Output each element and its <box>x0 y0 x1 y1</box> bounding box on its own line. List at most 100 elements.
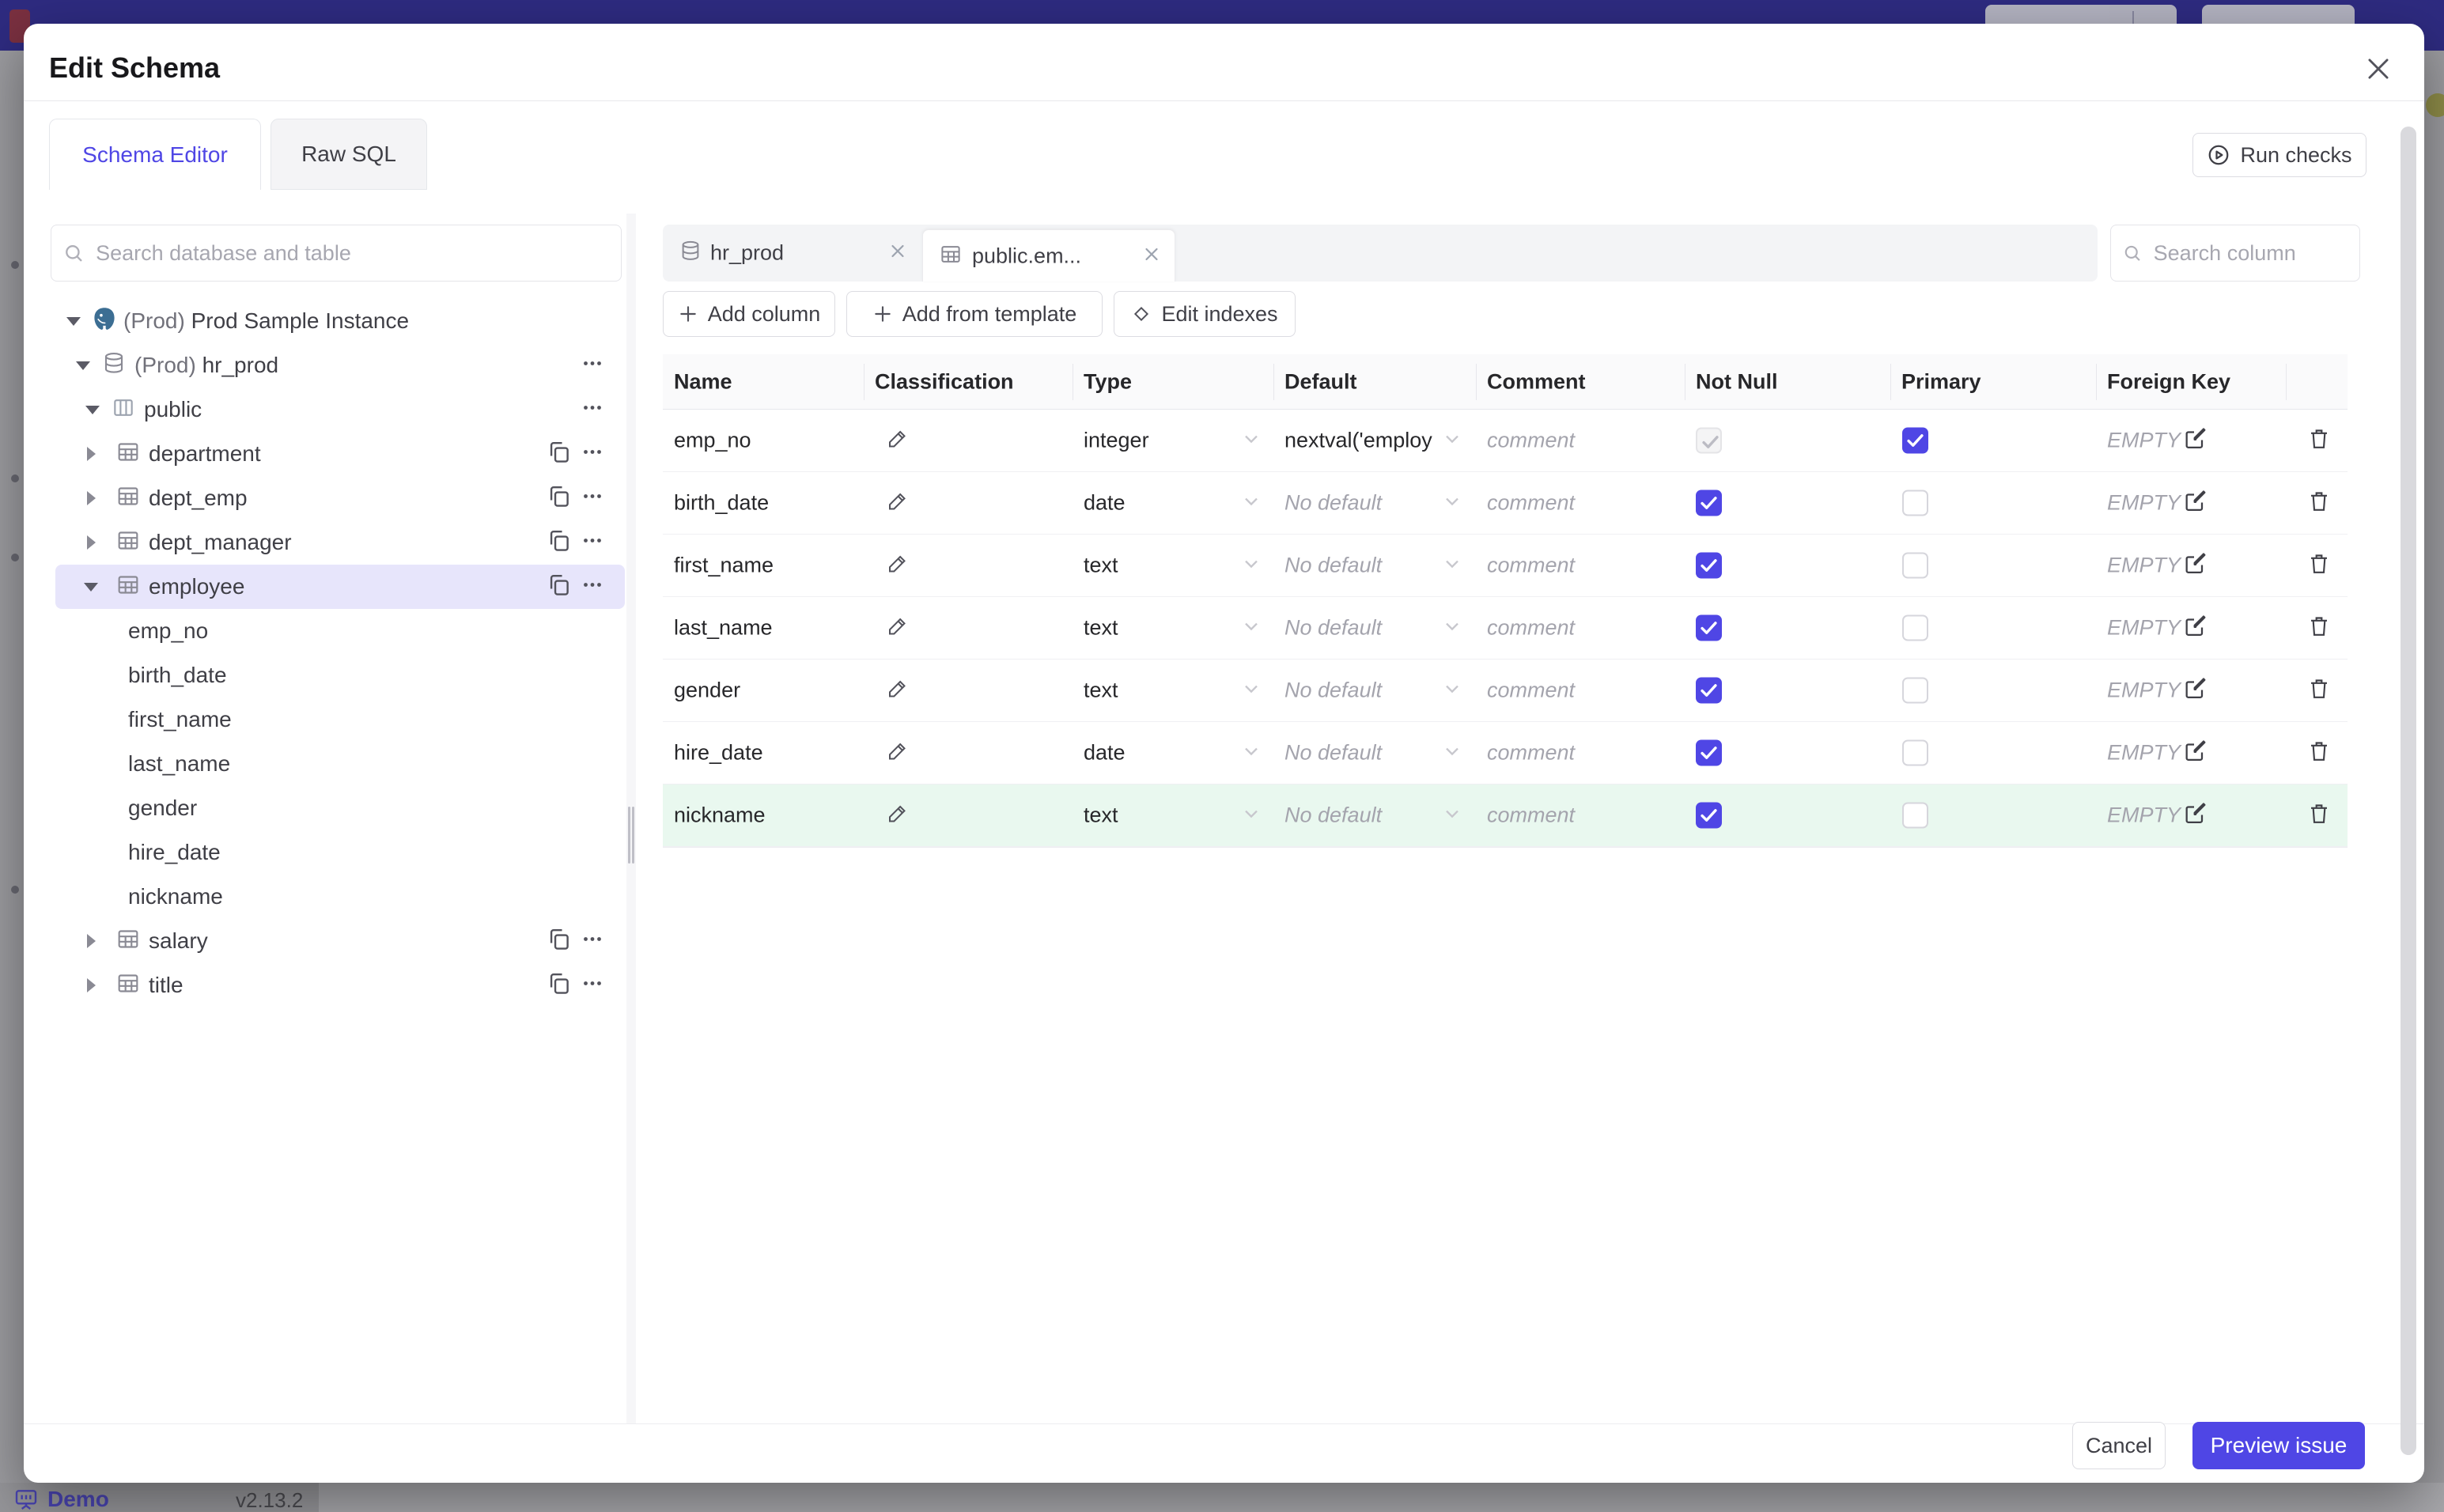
run-checks-button[interactable]: Run checks <box>2192 133 2366 177</box>
edit-foreign-key-icon[interactable] <box>2183 614 2208 643</box>
type-value[interactable]: text <box>1084 616 1118 641</box>
chevron-down-icon[interactable] <box>1441 490 1463 516</box>
default-value[interactable]: No default <box>1284 741 1382 765</box>
delete-row-icon[interactable] <box>2306 426 2332 455</box>
chevron-down-icon[interactable] <box>1240 678 1262 704</box>
chevron-down-icon[interactable] <box>1240 803 1262 829</box>
tree-item-instance[interactable]: (Prod) Prod Sample Instance <box>55 299 625 343</box>
primary-checkbox[interactable] <box>1902 739 1928 766</box>
default-value[interactable]: No default <box>1284 554 1382 578</box>
not-null-checkbox[interactable] <box>1696 802 1722 829</box>
primary-checkbox[interactable] <box>1902 427 1928 454</box>
not-null-checkbox[interactable] <box>1696 614 1722 641</box>
copy-icon[interactable] <box>546 483 573 514</box>
type-value[interactable]: date <box>1084 741 1126 765</box>
copy-icon[interactable] <box>546 572 573 603</box>
classification-pencil-icon[interactable] <box>886 614 910 642</box>
edit-foreign-key-icon[interactable] <box>2183 426 2208 455</box>
column-name[interactable]: hire_date <box>674 741 763 765</box>
tree-item-table-employee[interactable]: employee <box>55 565 625 609</box>
comment-placeholder[interactable]: comment <box>1487 803 1575 828</box>
more-actions-icon[interactable] <box>579 395 606 425</box>
close-tab-icon[interactable] <box>887 241 908 266</box>
chevron-right-icon[interactable] <box>87 978 96 992</box>
edit-indexes-button[interactable]: Edit indexes <box>1114 291 1296 337</box>
column-name[interactable]: first_name <box>674 554 774 578</box>
cancel-button[interactable]: Cancel <box>2072 1422 2166 1469</box>
delete-row-icon[interactable] <box>2306 801 2332 830</box>
tree-item-column-nickname[interactable]: nickname <box>55 875 625 919</box>
chevron-down-icon[interactable] <box>1441 615 1463 641</box>
tab-schema-editor[interactable]: Schema Editor <box>49 119 261 190</box>
tree-item-column-first-name[interactable]: first_name <box>55 697 625 742</box>
classification-pencil-icon[interactable] <box>886 427 910 455</box>
tree-item-column-emp-no[interactable]: emp_no <box>55 609 625 653</box>
more-actions-icon[interactable] <box>579 483 606 514</box>
type-value[interactable]: text <box>1084 803 1118 828</box>
type-value[interactable]: integer <box>1084 429 1149 453</box>
tree-item-table-salary[interactable]: salary <box>55 919 625 963</box>
demo-label[interactable]: Demo <box>47 1487 109 1512</box>
editor-tab-public-employee[interactable]: public.em... <box>922 229 1175 282</box>
delete-row-icon[interactable] <box>2306 551 2332 580</box>
editor-tab-hr-prod[interactable]: hr_prod <box>663 225 922 282</box>
column-name[interactable]: last_name <box>674 616 773 641</box>
column-search-input[interactable] <box>2151 240 2348 266</box>
tree-item-column-birth-date[interactable]: birth_date <box>55 653 625 697</box>
comment-placeholder[interactable]: comment <box>1487 741 1575 765</box>
classification-pencil-icon[interactable] <box>886 552 910 580</box>
column-name[interactable]: nickname <box>674 803 766 828</box>
tree-item-database-hr-prod[interactable]: (Prod) hr_prod <box>55 343 625 387</box>
primary-checkbox[interactable] <box>1902 490 1928 516</box>
column-name[interactable]: gender <box>674 679 740 703</box>
add-from-template-button[interactable]: Add from template <box>846 291 1103 337</box>
primary-checkbox[interactable] <box>1902 614 1928 641</box>
type-value[interactable]: date <box>1084 491 1126 516</box>
edit-foreign-key-icon[interactable] <box>2183 551 2208 580</box>
comment-placeholder[interactable]: comment <box>1487 616 1575 641</box>
comment-placeholder[interactable]: comment <box>1487 491 1575 516</box>
classification-pencil-icon[interactable] <box>886 490 910 517</box>
tree-item-table-title[interactable]: title <box>55 963 625 1007</box>
panel-splitter[interactable] <box>626 214 636 1423</box>
comment-placeholder[interactable]: comment <box>1487 679 1575 703</box>
copy-icon[interactable] <box>546 439 573 470</box>
not-null-checkbox[interactable] <box>1696 739 1722 766</box>
tree-item-table-dept-emp[interactable]: dept_emp <box>55 476 625 520</box>
database-search-input[interactable] <box>94 240 610 266</box>
tab-raw-sql[interactable]: Raw SQL <box>271 119 427 190</box>
delete-row-icon[interactable] <box>2306 739 2332 768</box>
add-column-button[interactable]: Add column <box>663 291 835 337</box>
database-search[interactable] <box>51 225 622 282</box>
not-null-checkbox[interactable] <box>1696 490 1722 516</box>
comment-placeholder[interactable]: comment <box>1487 554 1575 578</box>
primary-checkbox[interactable] <box>1902 802 1928 829</box>
chevron-right-icon[interactable] <box>87 535 96 550</box>
delete-row-icon[interactable] <box>2306 676 2332 705</box>
close-icon[interactable] <box>2363 54 2393 88</box>
classification-pencil-icon[interactable] <box>886 739 910 767</box>
preview-issue-button[interactable]: Preview issue <box>2192 1422 2365 1469</box>
tree-item-column-hire-date[interactable]: hire_date <box>55 830 625 875</box>
chevron-down-icon[interactable] <box>1441 740 1463 766</box>
chevron-down-icon[interactable] <box>84 583 98 592</box>
more-actions-icon[interactable] <box>579 572 606 603</box>
chevron-down-icon[interactable] <box>1441 803 1463 829</box>
copy-icon[interactable] <box>546 926 573 957</box>
tree-item-table-department[interactable]: department <box>55 432 625 476</box>
tree-item-table-dept-manager[interactable]: dept_manager <box>55 520 625 565</box>
close-tab-icon[interactable] <box>1141 244 1162 268</box>
primary-checkbox[interactable] <box>1902 552 1928 579</box>
more-actions-icon[interactable] <box>579 350 606 381</box>
default-value[interactable]: No default <box>1284 679 1382 703</box>
edit-foreign-key-icon[interactable] <box>2183 739 2208 768</box>
classification-pencil-icon[interactable] <box>886 677 910 705</box>
default-value[interactable]: No default <box>1284 803 1382 828</box>
chevron-right-icon[interactable] <box>87 934 96 948</box>
chevron-down-icon[interactable] <box>1441 428 1463 454</box>
type-value[interactable]: text <box>1084 679 1118 703</box>
not-null-checkbox[interactable] <box>1696 677 1722 704</box>
primary-checkbox[interactable] <box>1902 677 1928 704</box>
delete-row-icon[interactable] <box>2306 614 2332 643</box>
chevron-down-icon[interactable] <box>1240 490 1262 516</box>
